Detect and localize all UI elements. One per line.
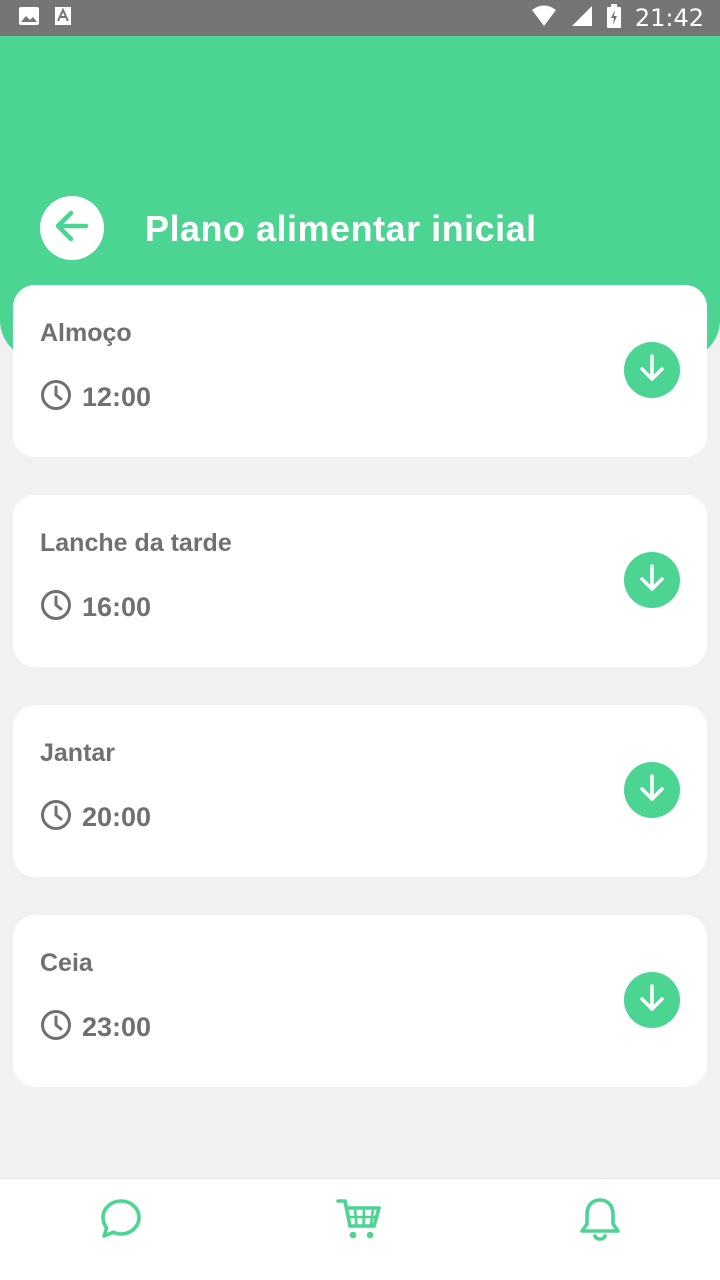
arrow-down-icon: [637, 983, 667, 1018]
clock-time: 21:42: [634, 4, 704, 32]
meal-card-almoco[interactable]: Almoço 12:00: [13, 285, 707, 457]
meal-card-jantar[interactable]: Jantar 20:00: [13, 705, 707, 877]
arrow-down-icon: [637, 773, 667, 808]
back-button[interactable]: [40, 196, 104, 260]
expand-button[interactable]: [624, 972, 680, 1028]
nav-notifications-button[interactable]: [572, 1193, 628, 1249]
chat-icon: [98, 1196, 144, 1247]
meal-time: 12:00: [82, 382, 152, 412]
meal-time: 20:00: [82, 802, 152, 832]
clock-icon: [40, 1009, 72, 1046]
meal-time-row: 23:00: [40, 1009, 151, 1046]
meal-time-row: 16:00: [40, 589, 151, 626]
meal-name: Jantar: [40, 739, 116, 767]
bell-icon: [577, 1194, 623, 1249]
clock-icon: [40, 379, 72, 416]
arrow-down-icon: [637, 353, 667, 388]
battery-charging-icon: [606, 3, 621, 33]
meal-name: Lanche da tarde: [40, 529, 232, 557]
arrow-left-icon: [53, 207, 91, 250]
clock-icon: [40, 799, 72, 836]
meal-time: 23:00: [82, 1012, 152, 1042]
meal-time: 16:00: [82, 592, 152, 622]
nav-chat-button[interactable]: [93, 1193, 149, 1249]
nav-cart-button[interactable]: [331, 1193, 387, 1249]
arrow-down-icon: [637, 563, 667, 598]
meal-name: Ceia: [40, 949, 93, 977]
text-a-icon: [54, 6, 72, 31]
image-icon: [18, 6, 40, 31]
meal-card-ceia[interactable]: Ceia 23:00: [13, 915, 707, 1087]
bottom-nav: [0, 1178, 720, 1280]
clock-icon: [40, 589, 72, 626]
meal-time-row: 12:00: [40, 379, 151, 416]
expand-button[interactable]: [624, 342, 680, 398]
meal-name: Almoço: [40, 319, 132, 347]
wifi-icon: [531, 5, 557, 32]
expand-button[interactable]: [624, 552, 680, 608]
page-title: Plano alimentar inicial: [145, 208, 537, 249]
meal-card-lanche[interactable]: Lanche da tarde 16:00: [13, 495, 707, 667]
expand-button[interactable]: [624, 762, 680, 818]
cart-icon: [335, 1195, 383, 1248]
meal-time-row: 20:00: [40, 799, 151, 836]
status-bar: 21:42: [0, 0, 720, 36]
signal-icon: [571, 5, 593, 32]
